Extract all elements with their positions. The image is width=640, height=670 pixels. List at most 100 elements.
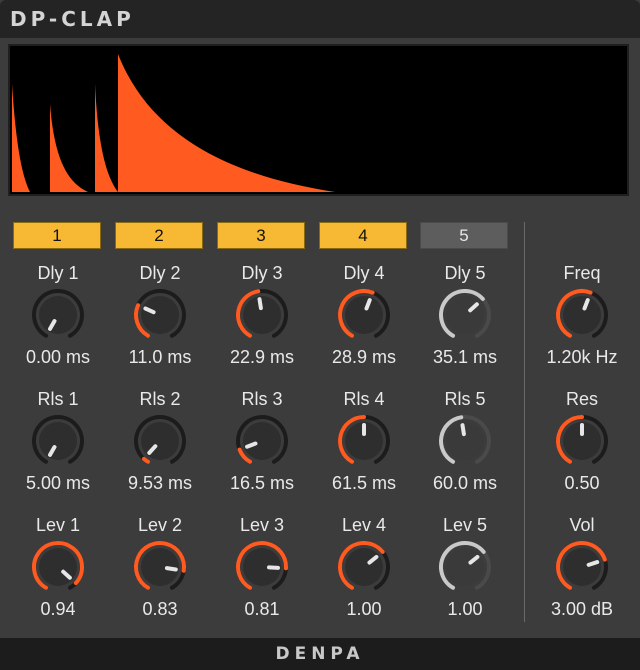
delay-2-value: 11.0 ms bbox=[128, 347, 192, 367]
delay-4-control: Dly 4 28.9 ms bbox=[312, 262, 416, 372]
delay-1-knob[interactable] bbox=[28, 285, 88, 345]
freq-knob[interactable] bbox=[552, 285, 612, 345]
level-4-control: Lev 4 1.00 bbox=[312, 514, 416, 624]
level-2-knob[interactable] bbox=[130, 537, 190, 597]
level-3-control: Lev 3 0.81 bbox=[210, 514, 314, 624]
res-label: Res bbox=[565, 389, 598, 409]
envelope-burst-3 bbox=[95, 84, 118, 192]
level-5-label: Lev 5 bbox=[442, 515, 488, 535]
release-5-knob[interactable] bbox=[435, 411, 495, 471]
delay-1-value: 0.00 ms bbox=[25, 347, 91, 367]
level-1-body bbox=[39, 548, 77, 586]
delay-5-body bbox=[446, 296, 484, 334]
channel-3-toggle[interactable]: 3 bbox=[217, 222, 305, 249]
delay-4-label: Dly 4 bbox=[343, 263, 385, 283]
level-4-value: 1.00 bbox=[346, 599, 382, 619]
vol-control: Vol 3.00 dB bbox=[530, 514, 634, 624]
level-5-body bbox=[446, 548, 484, 586]
channel-4-toggle[interactable]: 4 bbox=[319, 222, 407, 249]
delay-3-label: Dly 3 bbox=[241, 263, 283, 283]
level-3-knob[interactable] bbox=[232, 537, 292, 597]
level-2-value: 0.83 bbox=[142, 599, 178, 619]
delay-2-body bbox=[141, 296, 179, 334]
freq-body bbox=[563, 296, 601, 334]
channel-5-toggle[interactable]: 5 bbox=[420, 222, 508, 249]
delay-3-knob[interactable] bbox=[232, 285, 292, 345]
channel-2-toggle[interactable]: 2 bbox=[115, 222, 203, 249]
release-5-value: 60.0 ms bbox=[432, 473, 498, 493]
plugin-device: DP-CLAP 12345 Dly 1 0.00 ms Rls 1 5.00 ms Le… bbox=[0, 0, 640, 670]
release-4-control: Rls 4 61.5 ms bbox=[312, 388, 416, 498]
release-3-control: Rls 3 16.5 ms bbox=[210, 388, 314, 498]
channel-1-toggle[interactable]: 1 bbox=[13, 222, 101, 249]
level-1-control: Lev 1 0.94 bbox=[6, 514, 110, 624]
release-1-value: 5.00 ms bbox=[25, 473, 91, 493]
release-4-knob[interactable] bbox=[334, 411, 394, 471]
release-3-label: Rls 3 bbox=[241, 389, 283, 409]
level-2-label: Lev 2 bbox=[137, 515, 183, 535]
delay-5-knob[interactable] bbox=[435, 285, 495, 345]
vol-body bbox=[563, 548, 601, 586]
release-3-knob[interactable] bbox=[232, 411, 292, 471]
release-1-body bbox=[39, 422, 77, 460]
level-1-value: 0.94 bbox=[40, 599, 76, 619]
release-4-value: 61.5 ms bbox=[331, 473, 397, 493]
delay-3-control: Dly 3 22.9 ms bbox=[210, 262, 314, 372]
level-4-knob[interactable] bbox=[334, 537, 394, 597]
brand-label: DENPA bbox=[275, 644, 365, 664]
release-3-value: 16.5 ms bbox=[229, 473, 295, 493]
release-5-control: Rls 5 60.0 ms bbox=[413, 388, 517, 498]
res-knob[interactable] bbox=[552, 411, 612, 471]
res-value: 0.50 bbox=[564, 473, 600, 493]
release-2-body bbox=[141, 422, 179, 460]
delay-4-knob[interactable] bbox=[334, 285, 394, 345]
release-4-label: Rls 4 bbox=[343, 389, 385, 409]
delay-2-label: Dly 2 bbox=[139, 263, 181, 283]
freq-label: Freq bbox=[563, 263, 601, 283]
delay-3-body bbox=[243, 296, 281, 334]
release-5-body bbox=[446, 422, 484, 460]
delay-4-body bbox=[345, 296, 383, 334]
release-2-control: Rls 2 9.53 ms bbox=[108, 388, 212, 498]
level-4-label: Lev 4 bbox=[341, 515, 387, 535]
freq-control: Freq 1.20k Hz bbox=[530, 262, 634, 372]
release-1-control: Rls 1 5.00 ms bbox=[6, 388, 110, 498]
level-2-pointer bbox=[164, 566, 178, 572]
release-2-value: 9.53 ms bbox=[127, 473, 193, 493]
release-2-value-arc bbox=[141, 456, 150, 464]
level-4-body bbox=[345, 548, 383, 586]
delay-3-pointer bbox=[257, 297, 263, 311]
level-5-knob[interactable] bbox=[435, 537, 495, 597]
release-1-knob[interactable] bbox=[28, 411, 88, 471]
vol-value: 3.00 dB bbox=[550, 599, 614, 619]
envelope-display bbox=[8, 44, 629, 196]
delay-5-control: Dly 5 35.1 ms bbox=[413, 262, 517, 372]
envelope-burst-4 bbox=[118, 54, 335, 192]
plugin-title: DP-CLAP bbox=[10, 7, 135, 31]
level-5-control: Lev 5 1.00 bbox=[413, 514, 517, 624]
delay-4-value: 28.9 ms bbox=[331, 347, 397, 367]
release-5-label: Rls 5 bbox=[444, 389, 486, 409]
freq-value: 1.20k Hz bbox=[546, 347, 618, 367]
envelope-burst-2 bbox=[50, 104, 88, 192]
vol-label: Vol bbox=[569, 515, 595, 535]
envelope-burst-1 bbox=[12, 84, 30, 192]
res-control: Res 0.50 bbox=[530, 388, 634, 498]
delay-1-label: Dly 1 bbox=[37, 263, 79, 283]
section-divider bbox=[524, 222, 525, 622]
vol-knob[interactable] bbox=[552, 537, 612, 597]
level-5-value: 1.00 bbox=[447, 599, 483, 619]
release-1-label: Rls 1 bbox=[37, 389, 79, 409]
delay-3-value: 22.9 ms bbox=[229, 347, 295, 367]
level-1-knob[interactable] bbox=[28, 537, 88, 597]
delay-5-label: Dly 5 bbox=[444, 263, 486, 283]
delay-5-value: 35.1 ms bbox=[432, 347, 498, 367]
level-3-label: Lev 3 bbox=[239, 515, 285, 535]
release-3-body bbox=[243, 422, 281, 460]
delay-1-control: Dly 1 0.00 ms bbox=[6, 262, 110, 372]
delay-2-knob[interactable] bbox=[130, 285, 190, 345]
footer-bar: DENPA bbox=[0, 638, 640, 670]
release-2-knob[interactable] bbox=[130, 411, 190, 471]
vol-pointer bbox=[586, 560, 600, 567]
level-2-control: Lev 2 0.83 bbox=[108, 514, 212, 624]
